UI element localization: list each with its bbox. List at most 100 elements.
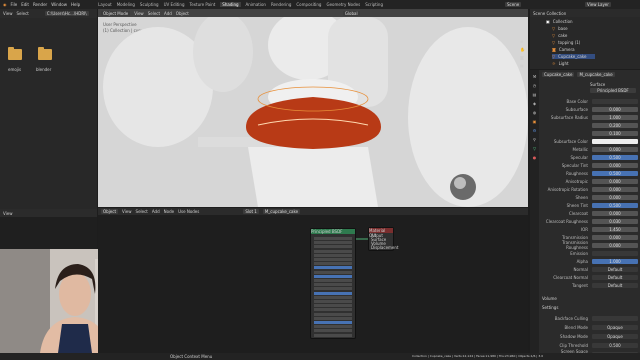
property-value-field[interactable]: 0.030 xyxy=(592,218,638,224)
tab-texture-paint[interactable]: Texture Paint xyxy=(189,2,215,7)
vp-menu-object[interactable]: Object xyxy=(176,11,189,16)
property-value-field[interactable]: 1.000 xyxy=(592,114,638,120)
object-icon[interactable]: ▣ xyxy=(533,119,537,124)
top-bar: ◉ File Edit Render Window Help Layout Mo… xyxy=(0,0,640,9)
fb-menu-view[interactable]: View xyxy=(3,11,13,16)
scene-icon[interactable]: ◈ xyxy=(533,101,536,106)
property-value-field[interactable]: 0.000 xyxy=(592,178,638,184)
outliner-item[interactable]: Camera xyxy=(559,47,575,52)
constraint-icon[interactable]: ⚲ xyxy=(533,137,536,142)
outliner-item[interactable]: topping (1) xyxy=(558,40,580,45)
setting-value-field[interactable] xyxy=(592,315,638,321)
outliner-item-selected[interactable]: Cupcake_cake xyxy=(558,54,586,59)
folder-icon[interactable] xyxy=(38,47,52,60)
property-value-field[interactable]: 0.500 xyxy=(592,170,638,176)
scene-render xyxy=(103,17,528,207)
scene-selector[interactable]: Scene xyxy=(505,2,522,7)
tab-sculpting[interactable]: Sculpting xyxy=(140,2,159,7)
outliner-item[interactable]: Collection xyxy=(553,19,573,24)
render-icon[interactable]: ◷ xyxy=(533,83,537,88)
outliner-item[interactable]: cake xyxy=(558,33,567,38)
object-name-field[interactable]: Cupcake_cake xyxy=(542,72,575,77)
folder-icon[interactable] xyxy=(8,47,22,60)
camera-icon[interactable]: ◙ xyxy=(520,55,526,60)
menu-window[interactable]: Window xyxy=(51,2,67,7)
menu-file[interactable]: File xyxy=(11,2,18,7)
property-value-field[interactable]: 0.000 xyxy=(592,186,638,192)
property-value-field[interactable] xyxy=(592,138,638,144)
property-value-field[interactable]: 0.000 xyxy=(592,234,638,240)
property-value-field[interactable] xyxy=(592,250,638,256)
property-row: IOR 1.450 xyxy=(542,226,638,232)
property-value-field[interactable]: Default xyxy=(592,266,638,272)
tab-uv-editing[interactable]: UV Editing xyxy=(164,2,185,7)
ll-menu-view[interactable]: View xyxy=(3,211,13,216)
3d-viewport[interactable]: Object Mode View Select Add Object Globa… xyxy=(98,9,528,207)
world-icon[interactable]: ◍ xyxy=(533,110,537,115)
output-icon[interactable]: ▤ xyxy=(533,92,537,97)
property-row: Clearcoat Roughness 0.030 xyxy=(542,218,638,224)
modifier-icon[interactable]: ⚙ xyxy=(533,128,537,133)
tab-compositing[interactable]: Compositing xyxy=(296,2,321,7)
tab-scripting[interactable]: Scripting xyxy=(365,2,383,7)
material-icon[interactable]: ● xyxy=(533,155,537,160)
menu-help[interactable]: Help xyxy=(71,2,80,7)
object-mode-dropdown[interactable]: Object Mode xyxy=(101,10,131,16)
menu-render[interactable]: Render xyxy=(33,2,47,7)
shader-node-editor[interactable]: Object View Select Add Node Use Nodes Sl… xyxy=(98,208,528,353)
grid-icon[interactable]: ▦ xyxy=(520,63,526,68)
property-row: Roughness 0.500 xyxy=(542,170,638,176)
outliner-item[interactable]: base xyxy=(558,26,568,31)
surface-label: Surface xyxy=(590,82,606,87)
tab-animation[interactable]: Animation xyxy=(246,2,266,7)
zoom-icon[interactable]: ⊕ xyxy=(520,39,526,44)
fb-path-field[interactable]: C:\Users\Hc...\HDRI\ xyxy=(44,11,89,16)
property-value-field[interactable]: 0.000 xyxy=(592,242,638,248)
vp-menu-add[interactable]: Add xyxy=(164,11,172,16)
tab-rendering[interactable]: Rendering xyxy=(271,2,291,7)
blender-logo-icon[interactable]: ◉ xyxy=(3,2,7,7)
property-value-field[interactable]: 0.000 xyxy=(592,146,638,152)
property-value-field[interactable]: Default xyxy=(592,282,638,288)
property-value-field[interactable]: 0.000 xyxy=(592,194,638,200)
setting-value-field[interactable]: Opaque xyxy=(592,324,638,330)
property-value-field[interactable]: Default xyxy=(592,274,638,280)
setting-value-field[interactable]: 0.500 xyxy=(592,342,638,348)
property-value-field[interactable]: 1.450 xyxy=(592,226,638,232)
menu-edit[interactable]: Edit xyxy=(21,2,29,7)
property-value-field[interactable]: 0.200 xyxy=(592,122,638,128)
section-volume[interactable]: Volume xyxy=(542,296,557,301)
property-row: Anisotropic Rotation 0.000 xyxy=(542,186,638,192)
property-value-field[interactable]: 0.500 xyxy=(592,154,638,160)
property-value-field[interactable]: 0.000 xyxy=(592,210,638,216)
setting-value-field[interactable]: Opaque xyxy=(592,333,638,339)
property-value-field[interactable]: 1.000 xyxy=(592,258,638,264)
property-value-field[interactable]: 0.500 xyxy=(592,202,638,208)
fb-menu-select[interactable]: Select xyxy=(17,11,29,16)
material-name-field[interactable]: M_cupcake_cake xyxy=(577,72,615,77)
camera-icon: ◙ xyxy=(552,47,556,52)
shader-selector[interactable]: Principled BSDF xyxy=(590,88,636,93)
section-settings[interactable]: Settings xyxy=(542,305,558,310)
vp-menu-view[interactable]: View xyxy=(134,11,144,16)
property-value-field[interactable]: 0.000 xyxy=(592,106,638,112)
tab-modeling[interactable]: Modeling xyxy=(117,2,135,7)
property-value-field[interactable] xyxy=(592,98,638,104)
navigation-gizmo-column: ⊕ ✋ ◙ ▦ xyxy=(520,39,526,79)
property-value-field[interactable]: 0.100 xyxy=(592,130,638,136)
pan-icon[interactable]: ✋ xyxy=(520,47,526,52)
tab-shading[interactable]: Shading xyxy=(220,2,241,7)
tab-layout[interactable]: Layout xyxy=(98,2,112,7)
property-label: Anisotropic Rotation xyxy=(547,186,588,192)
property-value-field[interactable]: 0.000 xyxy=(592,162,638,168)
tab-geometry-nodes[interactable]: Geometry Nodes xyxy=(326,2,360,7)
outliner-item[interactable]: Light xyxy=(559,61,569,66)
property-label: Clearcoat Normal xyxy=(553,274,588,280)
view-layer-selector[interactable]: View Layer xyxy=(585,2,611,7)
transform-orientation[interactable]: Global xyxy=(342,10,360,16)
property-label: Sheen Tint xyxy=(566,202,588,208)
outliner: Scene Collection ▣ Collection ▽ base ▽ cake… xyxy=(530,9,640,69)
data-icon[interactable]: ▽ xyxy=(533,146,536,151)
tool-icon[interactable]: ⚒ xyxy=(533,74,537,79)
vp-menu-select[interactable]: Select xyxy=(148,11,160,16)
